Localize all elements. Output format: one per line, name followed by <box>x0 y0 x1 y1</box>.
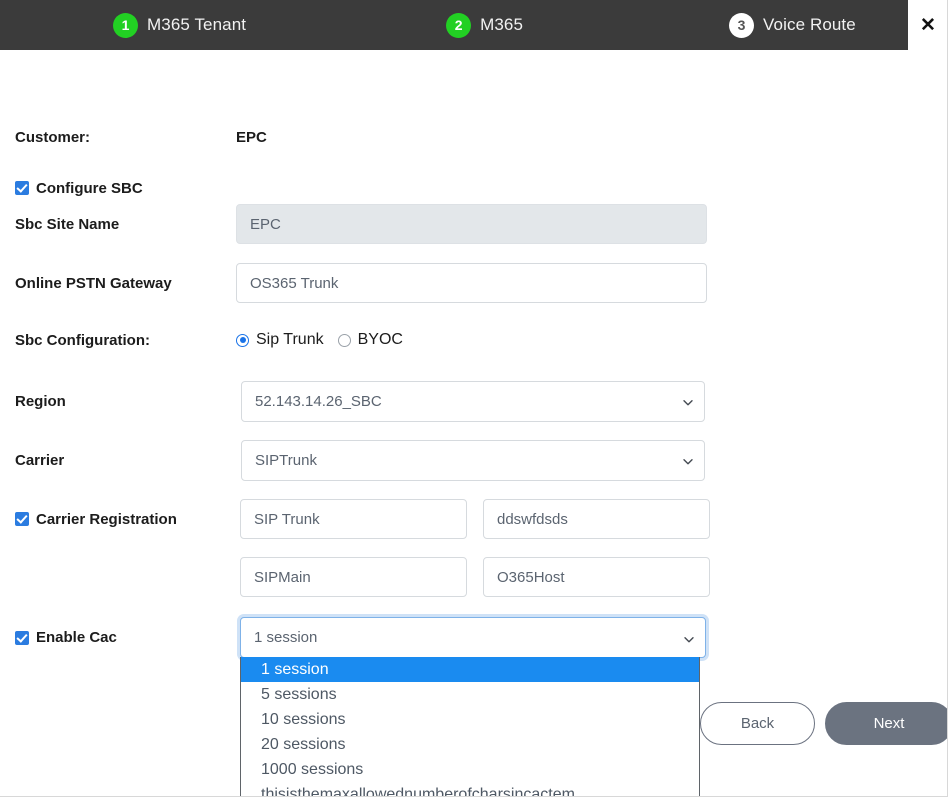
dropdown-option[interactable]: 10 sessions <box>241 707 699 732</box>
customer-label: Customer: <box>0 128 236 146</box>
chevron-down-icon <box>683 632 694 643</box>
dropdown-option[interactable]: 1 session <box>241 657 699 682</box>
carrier-registration-label: Carrier Registration <box>36 511 177 528</box>
sbc-site-name-input: EPC <box>236 204 707 244</box>
carrier-registration-input-1[interactable]: SIP Trunk <box>240 499 467 539</box>
region-label: Region <box>0 392 236 410</box>
row-carrier-registration: Carrier Registration SIP Trunk ddswfdsds <box>0 497 948 541</box>
row-carrier-registration-2: SIPMain O365Host <box>0 555 948 599</box>
online-pstn-gateway-label: Online PSTN Gateway <box>0 274 236 292</box>
configure-sbc-checkbox[interactable] <box>15 181 29 195</box>
enable-cac-checkbox[interactable] <box>15 631 29 645</box>
dropdown-option[interactable]: thisisthemaxallowednumberofcharsincactem <box>241 782 699 797</box>
wizard-stepper: 1 M365 Tenant 2 M365 3 Voice Route <box>0 0 908 50</box>
dropdown-option[interactable]: 20 sessions <box>241 732 699 757</box>
radio-byoc-icon[interactable] <box>338 334 351 347</box>
row-carrier: Carrier SIPTrunk <box>0 438 948 482</box>
radio-option-sip-trunk[interactable]: Sip Trunk <box>236 331 324 349</box>
radio-byoc-label: BYOC <box>358 331 403 349</box>
wizard-dialog: 1 M365 Tenant 2 M365 3 Voice Route ✕ Cus… <box>0 0 948 797</box>
step-m365[interactable]: 2 M365 <box>446 13 523 38</box>
carrier-registration-field[interactable]: Carrier Registration <box>0 511 236 528</box>
dropdown-option[interactable]: 1000 sessions <box>241 757 699 782</box>
step-3-badge: 3 <box>729 13 754 38</box>
region-selected-value: 52.143.14.26_SBC <box>255 393 382 410</box>
row-sbc-site-name: Sbc Site Name EPC <box>0 202 948 246</box>
row-configure-sbc: Configure SBC <box>0 177 948 199</box>
dropdown-option[interactable]: 5 sessions <box>241 682 699 707</box>
cac-selected-value: 1 session <box>254 629 317 646</box>
carrier-registration-input-4[interactable]: O365Host <box>483 557 710 597</box>
step-2-label: M365 <box>480 15 523 35</box>
row-customer: Customer: EPC <box>0 125 948 149</box>
step-m365-tenant[interactable]: 1 M365 Tenant <box>113 13 246 38</box>
step-1-badge: 1 <box>113 13 138 38</box>
carrier-registration-input-2[interactable]: ddswfdsds <box>483 499 710 539</box>
row-sbc-configuration: Sbc Configuration: Sip Trunk BYOC <box>0 328 948 352</box>
online-pstn-gateway-input[interactable]: OS365 Trunk <box>236 263 707 303</box>
radio-option-byoc[interactable]: BYOC <box>338 331 403 349</box>
enable-cac-field[interactable]: Enable Cac <box>0 629 236 646</box>
carrier-registration-input-3[interactable]: SIPMain <box>240 557 467 597</box>
close-icon[interactable]: ✕ <box>908 0 948 50</box>
radio-sip-trunk-icon[interactable] <box>236 334 249 347</box>
carrier-select[interactable]: SIPTrunk <box>241 440 705 481</box>
sbc-site-name-label: Sbc Site Name <box>0 215 236 233</box>
step-1-label: M365 Tenant <box>147 15 246 35</box>
chevron-down-icon <box>682 396 693 407</box>
step-2-badge: 2 <box>446 13 471 38</box>
customer-value: EPC <box>236 129 267 146</box>
step-3-label: Voice Route <box>763 15 856 35</box>
carrier-registration-checkbox[interactable] <box>15 512 29 526</box>
carrier-selected-value: SIPTrunk <box>255 452 317 469</box>
chevron-down-icon <box>682 455 693 466</box>
sbc-configuration-radio-group: Sip Trunk BYOC <box>236 331 403 349</box>
wizard-footer-buttons: Back Next <box>700 702 948 745</box>
sbc-configuration-label: Sbc Configuration: <box>0 331 236 349</box>
radio-sip-trunk-label: Sip Trunk <box>256 331 324 349</box>
configure-sbc-label: Configure SBC <box>36 180 143 197</box>
back-button[interactable]: Back <box>700 702 815 745</box>
enable-cac-label: Enable Cac <box>36 629 117 646</box>
region-select[interactable]: 52.143.14.26_SBC <box>241 381 705 422</box>
step-voice-route[interactable]: 3 Voice Route <box>729 13 856 38</box>
row-online-pstn-gateway: Online PSTN Gateway OS365 Trunk <box>0 261 948 305</box>
next-button[interactable]: Next <box>825 702 948 745</box>
configure-sbc-field[interactable]: Configure SBC <box>0 180 236 197</box>
cac-select[interactable]: 1 session <box>240 617 706 658</box>
row-enable-cac: Enable Cac 1 session <box>0 615 948 660</box>
carrier-registration-spacer <box>0 577 236 578</box>
row-region: Region 52.143.14.26_SBC <box>0 379 948 423</box>
cac-dropdown-list[interactable]: 1 session 5 sessions 10 sessions 20 sess… <box>240 657 700 797</box>
carrier-label: Carrier <box>0 451 236 469</box>
